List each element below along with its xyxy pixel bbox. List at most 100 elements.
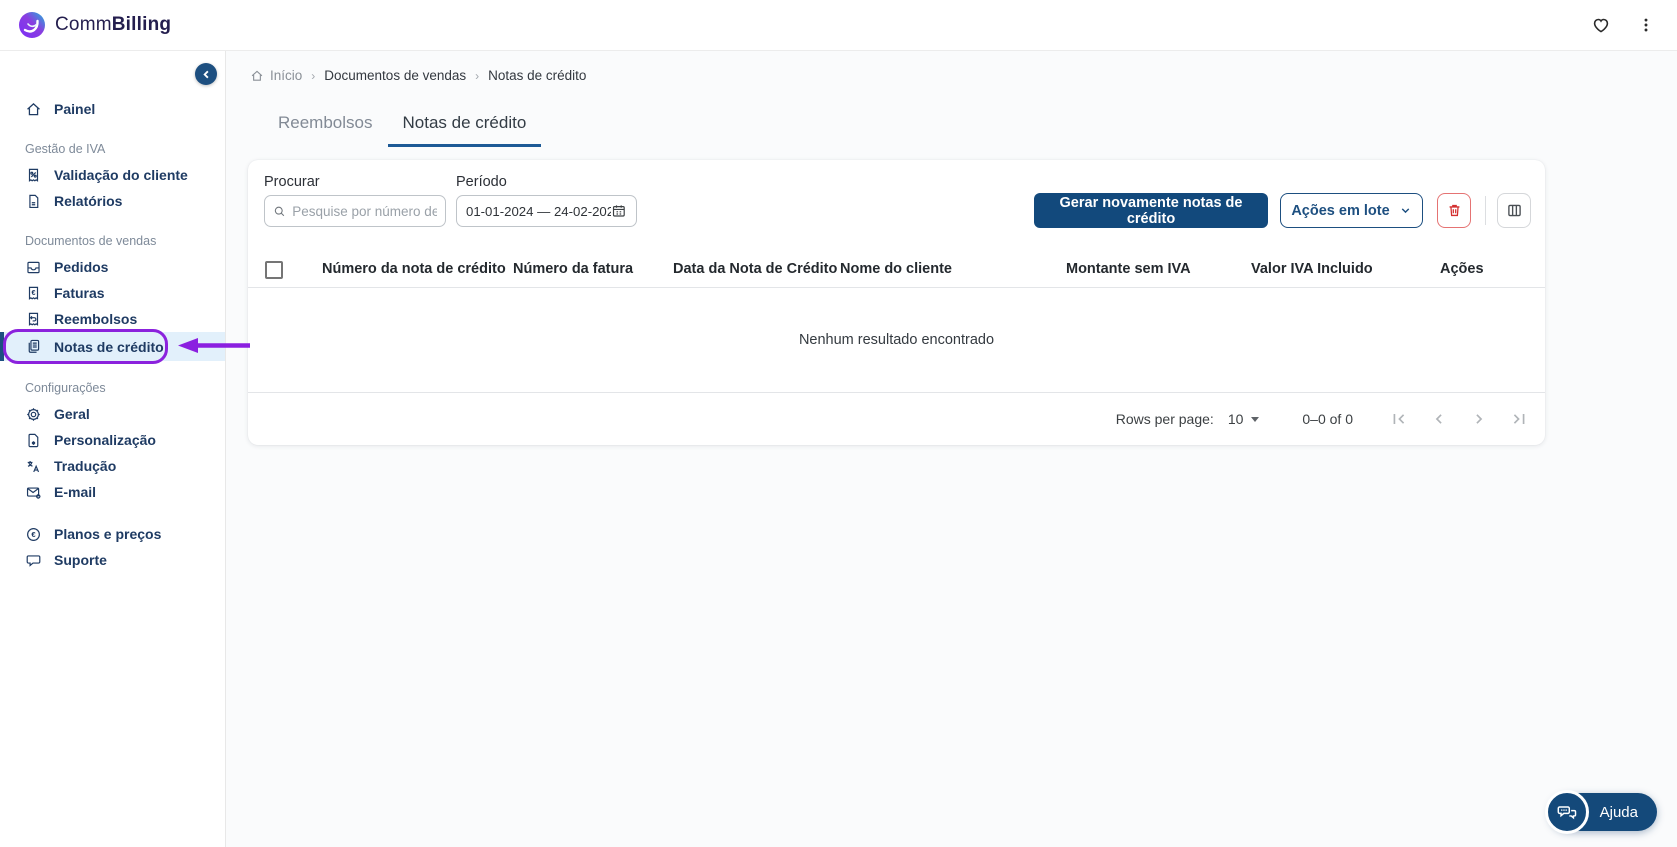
sidebar-item-reembolsos[interactable]: Reembolsos bbox=[0, 306, 225, 332]
period-label: Período bbox=[456, 174, 507, 190]
vat-validation-icon bbox=[25, 167, 42, 184]
rows-per-page-select[interactable]: 10 bbox=[1228, 411, 1261, 427]
search-input[interactable] bbox=[292, 203, 437, 219]
refund-icon bbox=[25, 311, 42, 328]
logo-text-bold: Billing bbox=[111, 14, 172, 35]
sidebar-collapse-button[interactable] bbox=[195, 63, 217, 85]
breadcrumb-separator: › bbox=[311, 68, 316, 83]
search-icon bbox=[274, 206, 285, 216]
search-label: Procurar bbox=[264, 174, 320, 190]
sidebar-item-label: Relatórios bbox=[54, 193, 123, 209]
logo-text: CommBilling bbox=[55, 14, 171, 36]
breadcrumb: Início › Documentos de vendas › Notas de… bbox=[227, 51, 1677, 83]
breadcrumb-item-documentos-de-vendas[interactable]: Documentos de vendas bbox=[324, 68, 466, 83]
help-button[interactable]: Ajuda bbox=[1544, 790, 1657, 834]
sidebar-item-label: Pedidos bbox=[54, 259, 109, 275]
bulk-actions-button[interactable]: Ações em lote bbox=[1280, 193, 1423, 228]
sidebar-item-painel[interactable]: Painel bbox=[0, 96, 225, 122]
chevron-down-icon bbox=[1401, 208, 1409, 214]
euro-circle-icon: € bbox=[25, 526, 42, 543]
column-header-numero-nota: Número da nota de crédito bbox=[322, 261, 506, 277]
bulk-actions-label: Ações em lote bbox=[1291, 202, 1390, 219]
sidebar-item-label: Geral bbox=[54, 406, 90, 422]
active-indicator bbox=[0, 332, 4, 361]
heart-icon bbox=[1593, 18, 1609, 33]
columns-icon bbox=[1507, 204, 1521, 217]
next-page-button[interactable] bbox=[1467, 407, 1491, 431]
toolbar-divider bbox=[1485, 196, 1486, 225]
column-header-acoes: Ações bbox=[1440, 261, 1484, 277]
chevron-left-icon bbox=[1435, 414, 1442, 424]
regenerate-credit-notes-button[interactable]: Gerar novamente notas de crédito bbox=[1034, 193, 1268, 228]
tab-label: Reembolsos bbox=[278, 113, 373, 132]
credit-note-icon bbox=[25, 338, 42, 355]
translate-icon bbox=[25, 458, 42, 475]
tab-reembolsos[interactable]: Reembolsos bbox=[263, 107, 388, 147]
sidebar-item-traducao[interactable]: Tradução bbox=[0, 453, 225, 479]
select-all-checkbox[interactable] bbox=[265, 261, 283, 279]
sidebar-item-faturas[interactable]: € Faturas bbox=[0, 280, 225, 306]
sidebar-item-email[interactable]: E-mail bbox=[0, 479, 225, 505]
column-header-montante: Montante sem IVA bbox=[1066, 261, 1191, 277]
sidebar-nav: Painel Gestão de IVA Validação do client… bbox=[0, 51, 250, 573]
email-icon bbox=[25, 484, 42, 501]
favorites-button[interactable] bbox=[1591, 15, 1611, 35]
sidebar-item-relatorios[interactable]: Relatórios bbox=[0, 188, 225, 214]
sidebar-item-label: Reembolsos bbox=[54, 311, 138, 327]
rows-per-page-value: 10 bbox=[1227, 411, 1244, 427]
breadcrumb-item-inicio[interactable]: Início bbox=[250, 68, 302, 83]
rows-per-page-label: Rows per page: bbox=[1115, 411, 1214, 427]
delete-button[interactable] bbox=[1437, 193, 1471, 228]
tab-bar: Reembolsos Notas de crédito bbox=[263, 107, 1677, 147]
chevron-right-icon bbox=[1476, 414, 1483, 424]
search-box bbox=[264, 195, 446, 227]
sidebar-item-geral[interactable]: Geral bbox=[0, 401, 225, 427]
caret-down-icon bbox=[1251, 417, 1260, 422]
sidebar: Painel Gestão de IVA Validação do client… bbox=[0, 51, 250, 847]
top-bar: CommBilling bbox=[0, 0, 1677, 51]
sidebar-item-label: Personalização bbox=[54, 432, 156, 448]
chat-bubbles-icon bbox=[1544, 790, 1589, 834]
trash-icon bbox=[1449, 204, 1459, 217]
report-icon bbox=[25, 193, 42, 210]
logo: CommBilling bbox=[18, 11, 171, 39]
main-content: Início › Documentos de vendas › Notas de… bbox=[227, 51, 1677, 847]
tab-label: Notas de crédito bbox=[402, 113, 527, 132]
sidebar-item-label: Notas de crédito bbox=[54, 338, 164, 355]
previous-page-button[interactable] bbox=[1427, 407, 1451, 431]
column-settings-button[interactable] bbox=[1497, 193, 1531, 228]
sidebar-section-gestao-iva: Gestão de IVA bbox=[25, 142, 106, 156]
chevron-left-icon bbox=[202, 70, 209, 78]
column-header-nome-cliente: Nome do cliente bbox=[840, 261, 952, 277]
sidebar-item-label: Planos e preços bbox=[54, 526, 162, 542]
gear-icon bbox=[25, 406, 42, 423]
sidebar-item-label: Suporte bbox=[54, 552, 107, 568]
support-icon bbox=[25, 552, 42, 569]
sidebar-item-personalizacao[interactable]: Personalização bbox=[0, 427, 225, 453]
empty-state-message: Nenhum resultado encontrado bbox=[798, 332, 995, 348]
credit-notes-panel: Procurar Período 01-01-2024 — 24-02-202 … bbox=[248, 160, 1545, 445]
first-page-button[interactable] bbox=[1387, 407, 1411, 431]
home-icon bbox=[25, 101, 42, 118]
sidebar-item-suporte[interactable]: Suporte bbox=[0, 547, 225, 573]
sidebar-item-planos-e-precos[interactable]: € Planos e preços bbox=[0, 521, 225, 547]
sidebar-item-notas-de-credito[interactable]: Notas de crédito bbox=[0, 329, 250, 364]
tab-notas-de-credito[interactable]: Notas de crédito bbox=[387, 107, 542, 147]
logo-text-regular: Comm bbox=[55, 14, 112, 35]
pagination-range: 0–0 of 0 bbox=[1302, 411, 1353, 427]
breadcrumb-item-notas-de-credito: Notas de crédito bbox=[488, 68, 587, 83]
sidebar-section-configuracoes: Configurações bbox=[25, 381, 106, 395]
last-page-button[interactable] bbox=[1507, 407, 1531, 431]
period-value: 01-01-2024 — 24-02-202 bbox=[466, 203, 612, 219]
sidebar-item-pedidos[interactable]: Pedidos bbox=[0, 254, 225, 280]
customize-icon bbox=[25, 432, 42, 449]
more-menu-button[interactable] bbox=[1637, 16, 1655, 34]
sidebar-item-label: Validação do cliente bbox=[54, 167, 188, 183]
column-header-valor-iva: Valor IVA Incluido bbox=[1251, 261, 1373, 277]
column-header-data: Data da Nota de Crédito bbox=[673, 261, 838, 277]
orders-icon bbox=[25, 259, 42, 276]
period-input[interactable]: 01-01-2024 — 24-02-202 bbox=[456, 195, 637, 227]
last-page-icon bbox=[1513, 414, 1525, 424]
sidebar-item-validacao-cliente[interactable]: Validação do cliente bbox=[0, 162, 225, 188]
kebab-menu-icon bbox=[1644, 18, 1648, 32]
